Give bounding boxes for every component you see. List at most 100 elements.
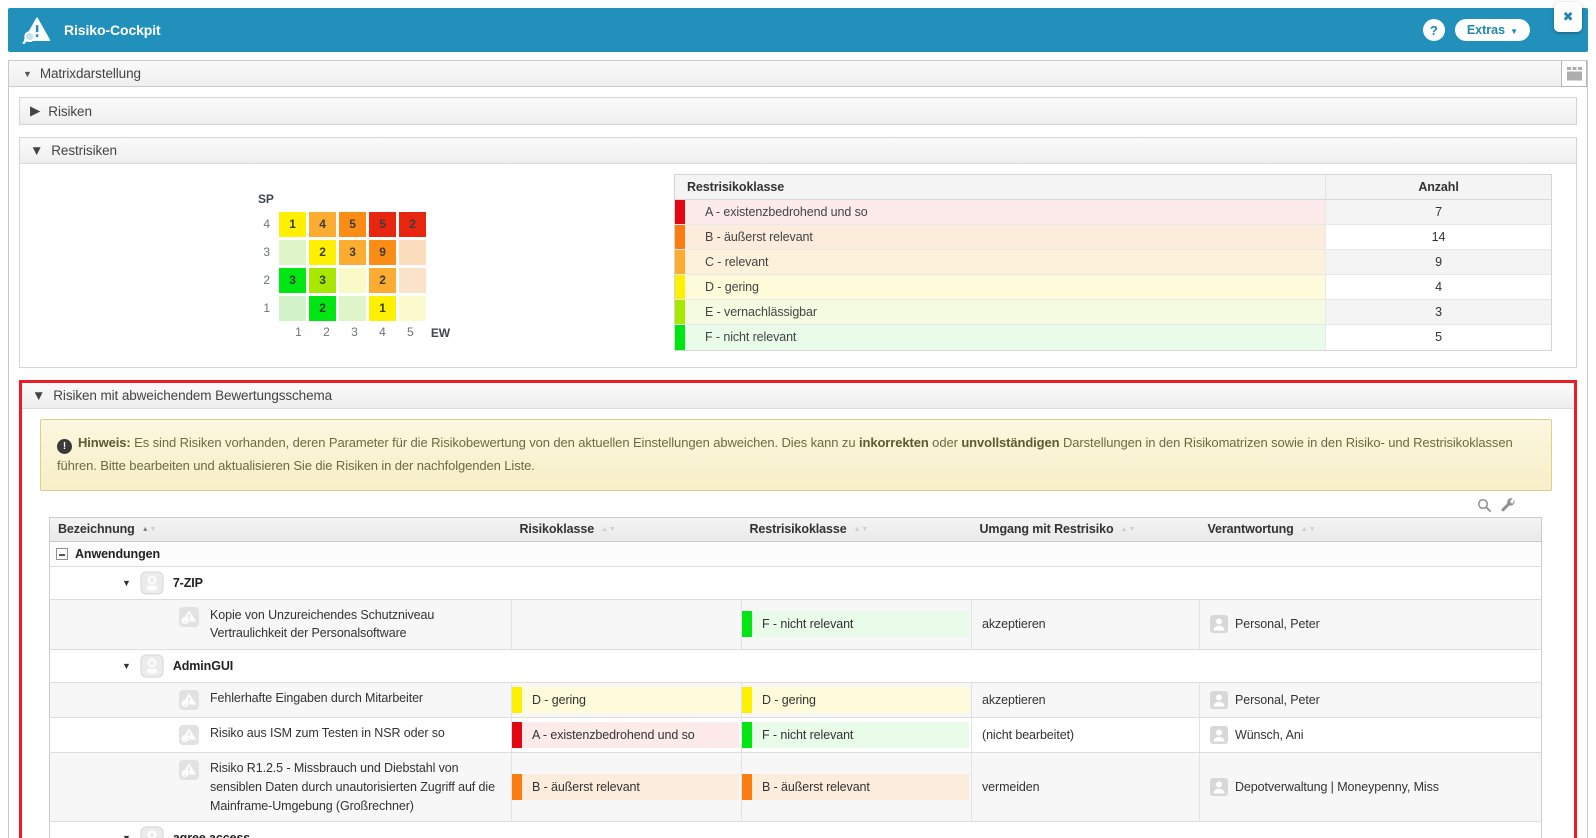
column-header-risikoklasse[interactable]: Risikoklasse [512, 517, 742, 541]
matrix-col-label: 4 [370, 325, 395, 342]
collapse-icon [23, 69, 32, 79]
notice-prefix: Hinweis: [78, 435, 131, 450]
sort-icons[interactable] [601, 526, 616, 533]
collapse-caret-icon[interactable]: ▼ [122, 661, 131, 671]
class-color-bar [512, 722, 522, 748]
expand-icon [30, 103, 40, 119]
risiken-header[interactable]: Risiken [20, 98, 1576, 124]
risk-row[interactable]: Risiko R1.2.5 - Missbrauch und Diebstahl… [50, 753, 1542, 822]
matrix-row: 1 2 1 [252, 296, 450, 321]
matrix-cell[interactable]: 1 [369, 296, 396, 321]
search-button[interactable] [1477, 497, 1492, 515]
restrisiken-title: Restrisiken [51, 143, 117, 158]
class-count: 3 [1326, 300, 1551, 324]
matrix-cell[interactable]: 5 [369, 212, 396, 237]
table-header-row: Bezeichnung Risikoklasse Restrisikoklass… [50, 517, 1542, 541]
risk-name: Kopie von Unzureichendes Schutzniveau Ve… [210, 606, 505, 644]
matrix-cell[interactable]: 3 [309, 268, 336, 293]
matrixdarstellung-header[interactable]: Matrixdarstellung [9, 61, 1561, 87]
summary-row-c[interactable]: C - relevant 9 [675, 250, 1551, 275]
verantwortung-value: Personal, Peter [1235, 617, 1320, 631]
matrixdarstellung-panel: Matrixdarstellung Risiken [8, 60, 1588, 838]
matrix-col-label: 5 [398, 325, 423, 342]
help-button[interactable]: ? [1423, 19, 1445, 41]
matrix-cell[interactable]: 3 [279, 268, 306, 293]
matrix-row-label: 2 [252, 268, 270, 293]
matrix-cell[interactable]: 1 [279, 212, 306, 237]
matrix-cell [339, 268, 366, 293]
risk-icon [178, 689, 200, 711]
collapse-icon [30, 143, 43, 158]
umgang-value: akzeptieren [972, 683, 1200, 718]
matrix-cell [399, 296, 426, 321]
risikoklasse-chip: D - gering [512, 687, 739, 713]
matrix-row: 2 3 3 2 [252, 268, 450, 293]
application-icon [140, 654, 164, 678]
summary-row-a[interactable]: A - existenzbedrohend und so 7 [675, 200, 1551, 225]
class-color-bar [675, 300, 685, 324]
app-label: 7-ZIP [173, 576, 203, 590]
summary-row-b[interactable]: B - äußerst relevant 14 [675, 225, 1551, 250]
collapse-minus-icon[interactable] [56, 548, 68, 560]
summary-row-e[interactable]: E - vernachlässigbar 3 [675, 300, 1551, 325]
matrix-cell[interactable]: 9 [369, 240, 396, 265]
class-label: B - äußerst relevant [705, 230, 813, 244]
group-row-anwendungen[interactable]: Anwendungen [50, 541, 1542, 566]
settings-button[interactable] [1501, 497, 1516, 515]
matrix-cell[interactable]: 2 [309, 240, 336, 265]
extras-menu-button[interactable]: Extras [1455, 19, 1530, 41]
sort-icons[interactable] [1121, 526, 1136, 533]
matrixdarstellung-title: Matrixdarstellung [40, 66, 141, 81]
summary-row-f[interactable]: F - nicht relevant 5 [675, 325, 1551, 350]
column-header-bezeichnung[interactable]: Bezeichnung [50, 517, 512, 541]
umgang-value: vermeiden [972, 753, 1200, 822]
matrix-row-label: 1 [252, 296, 270, 321]
class-color-bar [512, 687, 522, 713]
risk-row[interactable]: Kopie von Unzureichendes Schutzniveau Ve… [50, 599, 1542, 650]
sort-icons[interactable] [142, 526, 157, 533]
matrix-cell[interactable]: 2 [309, 296, 336, 321]
risiko-cockpit-window: Risiko-Cockpit ? Extras ✖ Matrixdarstell… [0, 0, 1596, 838]
abweichend-header[interactable]: Risiken mit abweichendem Bewertungsschem… [22, 383, 1574, 409]
umgang-value: akzeptieren [972, 599, 1200, 650]
notice-bold: unvollständigen [961, 435, 1059, 450]
matrix-cell[interactable]: 3 [339, 240, 366, 265]
sort-icons[interactable] [854, 526, 869, 533]
column-header-restrisikoklasse[interactable]: Restrisikoklasse [742, 517, 972, 541]
class-color-bar [742, 722, 752, 748]
class-label: F - nicht relevant [705, 330, 796, 344]
risiken-panel: Risiken [19, 97, 1577, 125]
app-row-admingui[interactable]: ▼ AdminGUI [50, 650, 1542, 683]
wrench-icon [1501, 498, 1516, 513]
table-view-button[interactable] [1561, 61, 1587, 87]
risk-name: Risiko aus ISM zum Testen in NSR oder so [210, 724, 505, 743]
restrisiken-header[interactable]: Restrisiken [20, 138, 1576, 164]
column-header-verantwortung[interactable]: Verantwortung [1200, 517, 1542, 541]
app-label: AdminGUI [173, 659, 233, 673]
matrix-cell[interactable]: 4 [309, 212, 336, 237]
app-row-7zip[interactable]: ▼ 7-ZIP [50, 566, 1542, 599]
close-icon: ✖ [1563, 9, 1574, 25]
matrix-cell[interactable]: 2 [369, 268, 396, 293]
sort-icons[interactable] [1301, 526, 1316, 533]
class-color-bar [675, 250, 685, 274]
column-header-umgang[interactable]: Umgang mit Restrisiko [972, 517, 1200, 541]
grid-icon [1566, 66, 1583, 81]
risk-row[interactable]: Fehlerhafte Eingaben durch Mitarbeiter D… [50, 683, 1542, 718]
person-icon [1210, 778, 1228, 796]
risk-row[interactable]: Risiko aus ISM zum Testen in NSR oder so… [50, 718, 1542, 753]
summary-row-d[interactable]: D - gering 4 [675, 275, 1551, 300]
warning-notice: !Hinweis: Es sind Risiken vorhanden, der… [40, 419, 1552, 491]
close-button[interactable]: ✖ [1554, 2, 1582, 32]
notice-text: oder [929, 435, 962, 450]
risk-logo-icon [22, 15, 52, 45]
verantwortung-value: Depotverwaltung | Moneypenny, Miss [1235, 780, 1439, 794]
matrix-cell[interactable]: 5 [339, 212, 366, 237]
matrix-row: 4 1 4 5 5 2 [252, 212, 450, 237]
collapse-caret-icon[interactable]: ▼ [122, 578, 131, 588]
collapse-caret-icon[interactable]: ▼ [122, 833, 131, 838]
matrix-cell [279, 240, 306, 265]
matrix-cell[interactable]: 2 [399, 212, 426, 237]
app-row-agree-access[interactable]: ▼ agree access [50, 822, 1542, 838]
class-label: E - vernachlässigbar [705, 305, 817, 319]
